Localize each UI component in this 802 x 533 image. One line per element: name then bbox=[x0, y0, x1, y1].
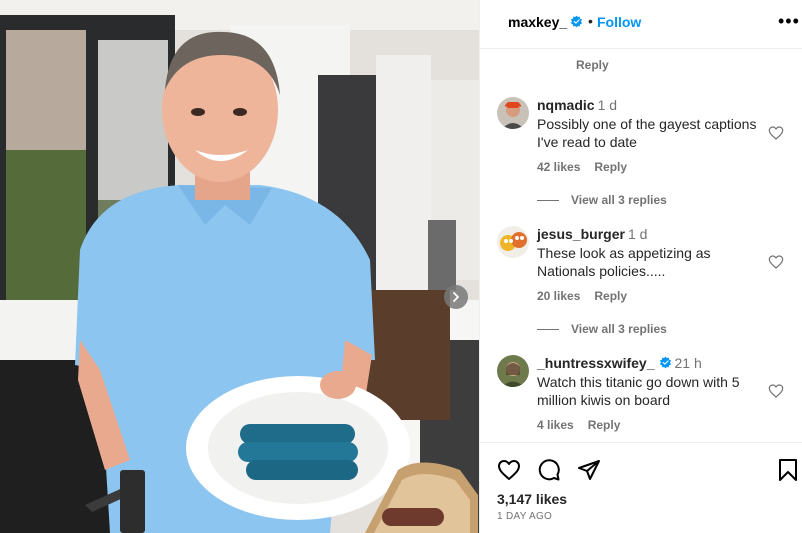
post-photo bbox=[0, 0, 479, 533]
comment-header: nqmadic 1 d bbox=[537, 97, 617, 113]
post-date[interactable]: 1 DAY AGO bbox=[497, 511, 552, 522]
heart-icon[interactable] bbox=[497, 458, 521, 482]
view-replies-label: View all 3 replies bbox=[571, 322, 667, 336]
post-action-bar: 3,147 likes 1 DAY AGO bbox=[480, 442, 802, 533]
avatar[interactable] bbox=[497, 355, 529, 387]
comment-header: jesus_burger 1 d bbox=[537, 226, 647, 242]
comment-text: Watch this titanic go down with 5 millio… bbox=[537, 374, 740, 408]
avatar-image bbox=[497, 226, 529, 258]
more-options-icon[interactable]: ••• bbox=[778, 12, 800, 30]
comment-time[interactable]: 1 d bbox=[598, 97, 617, 113]
heart-icon[interactable] bbox=[768, 254, 784, 270]
comment-meta: 42 likes Reply bbox=[537, 160, 627, 174]
comment-likes[interactable]: 20 likes bbox=[537, 289, 580, 303]
verified-badge-icon bbox=[659, 356, 671, 369]
comment-reply-button[interactable]: Reply bbox=[588, 418, 621, 432]
comment-username[interactable]: nqmadic bbox=[537, 97, 595, 113]
share-icon[interactable] bbox=[577, 458, 601, 482]
avatar-image bbox=[497, 355, 529, 387]
view-replies-button[interactable]: View all 3 replies bbox=[537, 322, 667, 336]
comment-header: _huntressxwifey_ 21 h bbox=[537, 355, 702, 371]
comment-time[interactable]: 1 d bbox=[628, 226, 647, 242]
view-replies-line bbox=[537, 329, 559, 331]
comment-icon[interactable] bbox=[537, 458, 561, 482]
avatar[interactable] bbox=[497, 226, 529, 258]
comment-time[interactable]: 21 h bbox=[675, 355, 702, 371]
chevron-right-icon bbox=[453, 292, 459, 302]
post-side-panel: maxkey_ • Follow ••• Reply nqmadic 1 d Po… bbox=[479, 0, 802, 533]
comment-text: Possibly one of the gayest captions I've… bbox=[537, 116, 757, 150]
heart-icon[interactable] bbox=[768, 125, 784, 141]
comment-meta: 20 likes Reply bbox=[537, 289, 627, 303]
avatar[interactable] bbox=[497, 97, 529, 129]
comment-likes[interactable]: 42 likes bbox=[537, 160, 580, 174]
comment-reply-button[interactable]: Reply bbox=[594, 289, 627, 303]
header-separator: • bbox=[588, 13, 593, 29]
view-replies-label: View all 3 replies bbox=[571, 193, 667, 207]
next-image-button[interactable] bbox=[444, 285, 468, 309]
comment-username[interactable]: jesus_burger bbox=[537, 226, 625, 242]
comment-username[interactable]: _huntressxwifey_ bbox=[537, 355, 655, 371]
post-author-username[interactable]: maxkey_ bbox=[508, 14, 567, 30]
comment-text: These look as appetizing as Nationals po… bbox=[537, 245, 711, 279]
photo-illustration bbox=[0, 0, 479, 533]
follow-button[interactable]: Follow bbox=[597, 14, 641, 30]
avatar-image bbox=[497, 97, 529, 129]
comment-meta: 4 likes Reply bbox=[537, 418, 620, 432]
view-replies-button[interactable]: View all 3 replies bbox=[537, 193, 667, 207]
bookmark-icon[interactable] bbox=[776, 458, 800, 482]
heart-icon[interactable] bbox=[768, 383, 784, 399]
comment-reply-button[interactable]: Reply bbox=[594, 160, 627, 174]
view-replies-line bbox=[537, 200, 559, 202]
verified-badge-icon bbox=[570, 15, 583, 28]
reply-button[interactable]: Reply bbox=[576, 58, 609, 72]
post-likes-count[interactable]: 3,147 likes bbox=[497, 491, 567, 507]
comment-likes[interactable]: 4 likes bbox=[537, 418, 574, 432]
post-header: maxkey_ • Follow ••• bbox=[480, 0, 802, 49]
